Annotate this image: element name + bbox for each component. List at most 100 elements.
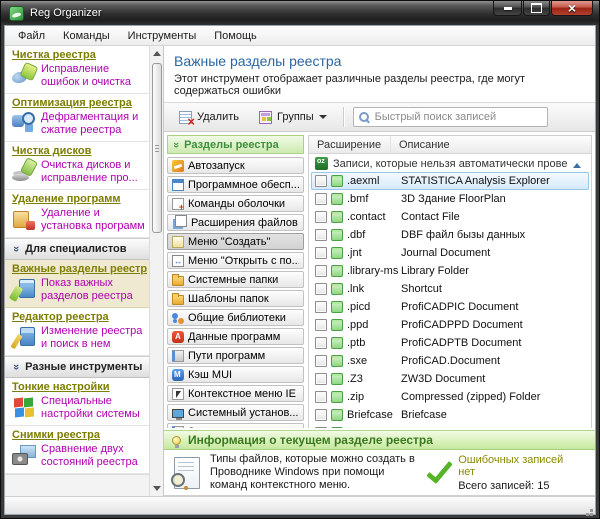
- row-checkbox[interactable]: [315, 409, 327, 421]
- title-bar[interactable]: Reg Organizer: [1, 1, 599, 25]
- column-header-description[interactable]: Описание: [391, 139, 591, 151]
- column-header-extension[interactable]: Расширение: [309, 136, 391, 153]
- scroll-up-icon[interactable]: [153, 51, 161, 56]
- row-checkbox[interactable]: [315, 283, 327, 295]
- table-row[interactable]: .aexmlSTATISTICA Analysis Explorer: [311, 172, 589, 190]
- sidebar-item-disk-cleanup[interactable]: Чистка дисков Очистка дисков и исправлен…: [5, 142, 149, 190]
- table-row[interactable]: .Z3ZW3D Document: [311, 370, 589, 388]
- sidebar-item-fine-tuning[interactable]: Тонкие настройки Специальные настройки с…: [5, 378, 149, 426]
- sidebar-item-title[interactable]: Редактор реестра: [12, 311, 147, 323]
- resize-grip[interactable]: [590, 509, 593, 512]
- table-row[interactable]: .ptbProfiCADPTB Document: [311, 334, 589, 352]
- sidebar-item-registry-optimize[interactable]: Оптимизация реестра Дефрагментация и сжа…: [5, 94, 149, 142]
- search-input[interactable]: [375, 111, 542, 123]
- row-checkbox[interactable]: [315, 247, 327, 259]
- section-item-software[interactable]: Программное обесп...: [167, 176, 304, 193]
- collapse-arrow-icon[interactable]: [573, 159, 581, 168]
- sidebar-scrollbar[interactable]: [149, 46, 163, 496]
- table-row[interactable]: .dbfDBF файл бызы данных: [311, 226, 589, 244]
- sidebar-item-desc[interactable]: Сравнение двух состояний реестра: [41, 443, 145, 469]
- section-item-system-folders[interactable]: Системные папки: [167, 271, 304, 288]
- row-checkbox[interactable]: [315, 391, 327, 403]
- sidebar-item-desc[interactable]: Удаление и установка программ: [41, 207, 145, 233]
- sidebar-item-title[interactable]: Снимки реестра: [12, 429, 147, 441]
- scrollbar-thumb[interactable]: [152, 63, 162, 233]
- section-item-shell-commands[interactable]: Команды оболочки: [167, 195, 304, 212]
- table-row[interactable]: .sxeProfiCAD.Document: [311, 352, 589, 370]
- table-row[interactable]: .jntJournal Document: [311, 244, 589, 262]
- sidebar-item-title[interactable]: Чистка дисков: [12, 145, 147, 157]
- registry-sections-header[interactable]: » Разделы реестра: [167, 135, 304, 154]
- section-item-system-installer[interactable]: Системный установ...: [167, 404, 304, 421]
- sidebar-item-registry-editor[interactable]: Редактор реестра Изменение реестра и пои…: [5, 308, 149, 356]
- section-item-file-extensions[interactable]: Расширения файлов: [167, 214, 304, 231]
- mui-cache-icon: [172, 369, 184, 381]
- search-box[interactable]: [353, 107, 548, 127]
- menu-tools[interactable]: Инструменты: [119, 28, 206, 44]
- groups-button[interactable]: Группы: [252, 107, 334, 128]
- table-row[interactable]: BriefcaseBriefcase: [311, 406, 589, 424]
- row-checkbox[interactable]: [315, 193, 327, 205]
- sidebar-group-misc-tools[interactable]: » Разные инструменты: [5, 356, 149, 378]
- file-type-icon: [331, 301, 343, 313]
- table-group-row[interactable]: Записи, которые нельзя автоматически про…: [311, 155, 589, 172]
- sidebar-item-desc[interactable]: Специальные настройки системы: [41, 395, 145, 421]
- sidebar-item-registry-cleanup[interactable]: Чистка реестра Исправление ошибок и очис…: [5, 46, 149, 94]
- row-checkbox[interactable]: [315, 373, 327, 385]
- delete-button[interactable]: Удалить: [172, 107, 246, 128]
- menu-file[interactable]: Файл: [9, 28, 54, 44]
- file-type-icon: [331, 247, 343, 259]
- sidebar-item-title[interactable]: Чистка реестра: [12, 49, 147, 61]
- sidebar-item-title[interactable]: Важные разделы реестра: [12, 263, 147, 275]
- row-checkbox[interactable]: [315, 211, 327, 223]
- section-item-app-data[interactable]: Данные программ: [167, 328, 304, 345]
- row-checkbox[interactable]: [315, 337, 327, 349]
- menu-commands[interactable]: Команды: [54, 28, 119, 44]
- section-item-shared-libraries[interactable]: Общие библиотеки: [167, 309, 304, 326]
- table-row[interactable]: .ppdProfiCADPPD Document: [311, 316, 589, 334]
- sidebar-item-desc[interactable]: Дефрагментация и сжатие реестра: [41, 111, 145, 137]
- sidebar-item-title[interactable]: Тонкие настройки: [12, 381, 147, 393]
- registry-sections-list: Автозапуск Программное обесп... Команды …: [167, 154, 304, 428]
- section-item-folder-templates[interactable]: Шаблоны папок: [167, 290, 304, 307]
- table-header: Расширение Описание: [309, 136, 591, 154]
- app-icon: [9, 6, 24, 21]
- row-checkbox[interactable]: [315, 265, 327, 277]
- sidebar-item-desc[interactable]: Исправление ошибок и очистка: [41, 63, 145, 89]
- menu-help[interactable]: Помощь: [205, 28, 266, 44]
- sidebar-item-title[interactable]: Удаление программ: [12, 193, 147, 205]
- row-checkbox[interactable]: [315, 301, 327, 313]
- table-row[interactable]: .zipCompressed (zipped) Folder: [311, 388, 589, 406]
- sidebar-item-uninstall-programs[interactable]: Удаление программ Удаление и установка п…: [5, 190, 149, 238]
- table-row[interactable]: .library-msLibrary Folder: [311, 262, 589, 280]
- maximize-button[interactable]: [523, 1, 550, 16]
- sidebar-item-desc[interactable]: Изменение реестра и поиск в нем: [41, 325, 145, 351]
- close-button[interactable]: [551, 1, 593, 16]
- table-row[interactable]: .lnkShortcut: [311, 280, 589, 298]
- scroll-down-icon[interactable]: [153, 486, 161, 491]
- table-row[interactable]: FolderFolder: [311, 424, 589, 428]
- sidebar-group-specialists[interactable]: » Для специалистов: [5, 238, 149, 260]
- row-checkbox[interactable]: [315, 319, 327, 331]
- row-checkbox[interactable]: [315, 355, 327, 367]
- minimize-button[interactable]: [493, 1, 522, 16]
- sidebar-item-registry-snapshots[interactable]: Снимки реестра Сравнение двух состояний …: [5, 426, 149, 474]
- section-item-registered-apps[interactable]: Зарегистрированные...: [167, 423, 304, 428]
- sidebar-item-title[interactable]: Оптимизация реестра: [12, 97, 147, 109]
- section-item-autorun[interactable]: Автозапуск: [167, 157, 304, 174]
- row-checkbox[interactable]: [315, 427, 327, 428]
- section-item-open-with[interactable]: Меню "Открыть с по...: [167, 252, 304, 269]
- section-item-mui-cache[interactable]: Кэш MUI: [167, 366, 304, 383]
- row-checkbox[interactable]: [315, 229, 327, 241]
- table-row[interactable]: .bmf3D Здание FloorPlan: [311, 190, 589, 208]
- sidebar-item-desc[interactable]: Очистка дисков и исправление про...: [41, 159, 145, 185]
- section-item-new-menu[interactable]: Меню "Создать": [167, 233, 304, 250]
- dropdown-arrow-icon[interactable]: [319, 115, 327, 123]
- sidebar-item-desc[interactable]: Показ важных разделов реестра: [41, 277, 145, 303]
- row-checkbox[interactable]: [315, 175, 327, 187]
- table-row[interactable]: .picdProfiCADPIC Document: [311, 298, 589, 316]
- sidebar-item-important-sections[interactable]: Важные разделы реестра Показ важных разд…: [5, 260, 149, 308]
- section-item-ie-context-menu[interactable]: Контекстное меню IE: [167, 385, 304, 402]
- table-row[interactable]: .contactContact File: [311, 208, 589, 226]
- section-item-app-paths[interactable]: Пути программ: [167, 347, 304, 364]
